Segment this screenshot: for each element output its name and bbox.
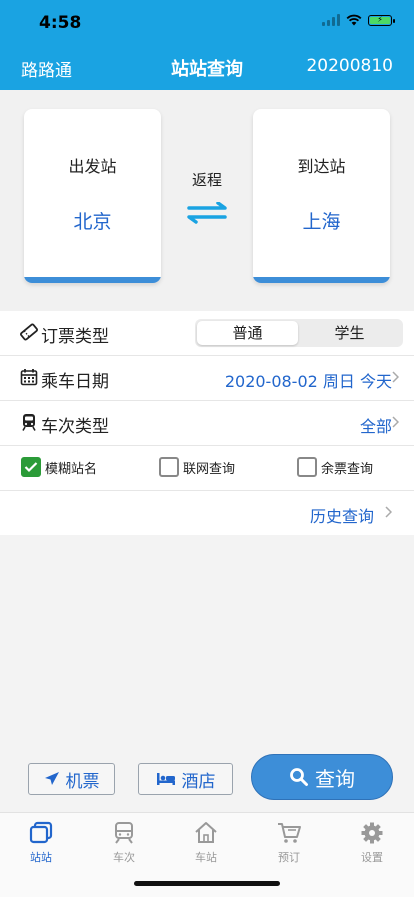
tab-label: 设置 bbox=[361, 851, 383, 864]
query-form: 订票类型 普通 学生 乘车日期 2020-08-02 周日 今天 车次类型 全部… bbox=[0, 311, 414, 535]
home-indicator bbox=[134, 881, 280, 886]
tab-label: 车次 bbox=[113, 851, 135, 864]
ticket-type-student-option[interactable]: 学生 bbox=[299, 321, 400, 345]
online-query-label: 联网查询 bbox=[183, 461, 236, 477]
battery-icon: ⚡ bbox=[368, 14, 395, 26]
remaining-tickets-label: 余票查询 bbox=[321, 461, 374, 477]
cart-icon bbox=[278, 823, 301, 843]
tab-label: 车站 bbox=[195, 851, 217, 864]
return-label: 返程 bbox=[191, 171, 222, 189]
flight-button-label: 机票 bbox=[65, 771, 100, 792]
departure-label: 出发站 bbox=[68, 157, 117, 176]
arrival-city: 上海 bbox=[302, 211, 341, 233]
ticket-type-row: 订票类型 普通 学生 bbox=[0, 311, 414, 356]
chevron-right-icon bbox=[385, 506, 392, 518]
tab-station-to-station[interactable]: 站站 bbox=[1, 821, 81, 865]
airplane-icon bbox=[44, 772, 59, 785]
travel-date-value: 2020-08-02 周日 今天 bbox=[224, 372, 392, 391]
ticket-type-regular-option[interactable]: 普通 bbox=[197, 321, 298, 345]
checkbox-unchecked-icon bbox=[159, 457, 179, 477]
action-bar: 机票 酒店 查询 bbox=[0, 754, 414, 810]
options-row: 模糊站名 联网查询 余票查询 bbox=[0, 446, 414, 491]
travel-date-row[interactable]: 乘车日期 2020-08-02 周日 今天 bbox=[0, 356, 414, 401]
query-button-label: 查询 bbox=[315, 766, 355, 791]
train-icon bbox=[115, 822, 133, 844]
ticket-type-label: 订票类型 bbox=[41, 327, 109, 347]
swap-arrows-icon bbox=[187, 202, 227, 224]
tab-label: 站站 bbox=[30, 851, 52, 864]
status-icons: ⚡ bbox=[322, 14, 395, 26]
flight-button[interactable]: 机票 bbox=[28, 763, 115, 795]
house-icon bbox=[195, 822, 217, 843]
calendar-icon bbox=[20, 369, 38, 386]
train-type-value: 全部 bbox=[359, 417, 392, 436]
query-button[interactable]: 查询 bbox=[251, 754, 393, 800]
departure-station-card[interactable]: 出发站 北京 bbox=[24, 109, 161, 283]
ticket-icon bbox=[20, 323, 38, 341]
history-query-link: 历史查询 bbox=[309, 507, 374, 526]
version-label: 20200810 bbox=[306, 56, 393, 76]
tab-train-number[interactable]: 车次 bbox=[84, 821, 164, 865]
tab-booking[interactable]: 预订 bbox=[249, 821, 329, 865]
hotel-button[interactable]: 酒店 bbox=[138, 763, 233, 795]
hotel-button-label: 酒店 bbox=[181, 771, 216, 792]
chevron-right-icon bbox=[392, 371, 399, 383]
nav-bar: 路路通 站站查询 20200810 bbox=[0, 44, 414, 90]
gear-icon bbox=[361, 822, 383, 844]
arrival-station-card[interactable]: 到达站 上海 bbox=[253, 109, 390, 283]
tab-settings[interactable]: 设置 bbox=[332, 821, 412, 865]
search-icon bbox=[290, 768, 308, 786]
tab-label: 预订 bbox=[278, 851, 300, 864]
layers-icon bbox=[29, 821, 53, 844]
fuzzy-station-label: 模糊站名 bbox=[45, 461, 98, 477]
remaining-tickets-checkbox[interactable]: 余票查询 bbox=[297, 457, 373, 477]
online-query-checkbox[interactable]: 联网查询 bbox=[159, 457, 235, 477]
chevron-right-icon bbox=[392, 416, 399, 428]
checkbox-unchecked-icon bbox=[297, 457, 317, 477]
arrival-label: 到达站 bbox=[297, 157, 346, 176]
travel-date-label: 乘车日期 bbox=[41, 372, 109, 392]
train-icon bbox=[22, 414, 36, 431]
swap-stations-button[interactable]: 返程 bbox=[177, 169, 237, 224]
ticket-type-segmented-control: 普通 学生 bbox=[195, 319, 403, 347]
train-type-row[interactable]: 车次类型 全部 bbox=[0, 401, 414, 446]
tab-station[interactable]: 车站 bbox=[166, 821, 246, 865]
cellular-signal-icon bbox=[322, 14, 340, 26]
station-selector: 出发站 北京 返程 到达站 上海 bbox=[0, 90, 414, 311]
departure-city: 北京 bbox=[73, 211, 112, 233]
wifi-icon bbox=[346, 14, 362, 26]
status-bar: 4:58 ⚡ bbox=[0, 0, 414, 44]
checkbox-checked-icon bbox=[21, 457, 41, 477]
train-type-label: 车次类型 bbox=[41, 417, 109, 437]
bed-icon bbox=[156, 773, 175, 785]
status-time: 4:58 bbox=[39, 13, 82, 33]
history-query-row[interactable]: 历史查询 bbox=[0, 491, 414, 535]
fuzzy-station-checkbox[interactable]: 模糊站名 bbox=[21, 457, 97, 477]
